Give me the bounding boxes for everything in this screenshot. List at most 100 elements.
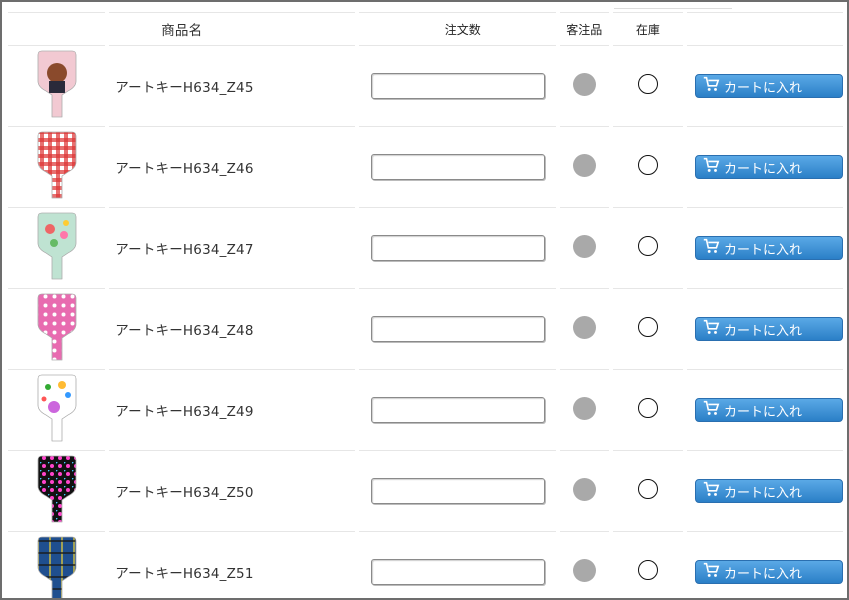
stock-cell xyxy=(612,451,683,532)
quantity-cell xyxy=(358,127,556,208)
custom-order-indicator xyxy=(572,558,596,582)
product-name[interactable]: アートキーH634_Z45 xyxy=(109,46,355,127)
add-to-cart-button[interactable]: カートに入れ xyxy=(694,479,843,503)
table-header-row: 商品名 注文数 客注品 在庫 xyxy=(8,12,843,46)
quantity-input[interactable] xyxy=(370,154,545,180)
header-product-name: 商品名 xyxy=(109,12,355,46)
in-stock-indicator xyxy=(637,560,658,580)
quantity-input[interactable] xyxy=(370,559,545,585)
product-image[interactable] xyxy=(8,289,106,370)
product-image[interactable] xyxy=(8,46,106,127)
stock-cell xyxy=(612,208,683,289)
header-divider xyxy=(614,8,732,9)
custom-order-cell xyxy=(559,289,609,370)
custom-order-cell xyxy=(559,46,609,127)
add-to-cart-label: カートに入れ xyxy=(723,242,802,258)
in-stock-indicator xyxy=(637,155,658,175)
in-stock-indicator xyxy=(637,398,658,418)
custom-order-indicator xyxy=(572,153,596,177)
custom-order-cell xyxy=(559,451,609,532)
cart-cell: カートに入れ xyxy=(686,208,843,289)
add-to-cart-button[interactable]: カートに入れ xyxy=(694,560,843,584)
cart-cell: カートに入れ xyxy=(686,46,843,127)
custom-order-indicator xyxy=(572,234,596,258)
stock-cell xyxy=(612,46,683,127)
in-stock-indicator xyxy=(637,236,658,256)
cart-icon xyxy=(702,237,720,259)
quantity-input[interactable] xyxy=(370,478,545,504)
quantity-input[interactable] xyxy=(370,73,545,99)
header-custom-order: 客注品 xyxy=(559,12,609,46)
cart-cell: カートに入れ xyxy=(687,532,843,598)
quantity-cell xyxy=(359,532,556,598)
cart-icon xyxy=(702,318,720,340)
product-image[interactable] xyxy=(8,208,106,289)
product-name[interactable]: アートキーH634_Z47 xyxy=(109,208,355,289)
table-row: アートキーH634_Z47 カートに入れ xyxy=(8,208,843,289)
product-name[interactable]: アートキーH634_Z49 xyxy=(109,370,355,451)
product-image[interactable] xyxy=(8,532,105,598)
add-to-cart-label: カートに入れ xyxy=(723,485,802,501)
table-row: アートキーH634_Z46 カートに入れ xyxy=(8,127,843,208)
add-to-cart-button[interactable]: カートに入れ xyxy=(694,398,843,422)
header-quantity: 注文数 xyxy=(358,12,556,46)
table-row: アートキーH634_Z49 カートに入れ xyxy=(8,370,843,451)
product-name[interactable]: アートキーH634_Z50 xyxy=(109,451,355,532)
product-image[interactable] xyxy=(8,370,106,451)
in-stock-indicator xyxy=(637,74,658,94)
product-list-frame: 商品名 注文数 客注品 在庫 アートキーH634_Z45 カートに入れ アートキ… xyxy=(0,0,849,600)
cart-cell: カートに入れ xyxy=(686,289,843,370)
add-to-cart-label: カートに入れ xyxy=(723,161,802,177)
cart-icon xyxy=(702,480,720,502)
stock-cell xyxy=(612,370,683,451)
product-image[interactable] xyxy=(8,127,106,208)
custom-order-cell xyxy=(560,532,609,598)
product-image[interactable] xyxy=(8,451,106,532)
product-name[interactable]: アートキーH634_Z48 xyxy=(109,289,355,370)
quantity-input[interactable] xyxy=(370,235,545,261)
custom-order-cell xyxy=(559,370,609,451)
table-row: アートキーH634_Z45 カートに入れ xyxy=(8,46,843,127)
quantity-input[interactable] xyxy=(370,397,545,423)
cart-cell: カートに入れ xyxy=(686,127,843,208)
product-name[interactable]: アートキーH634_Z51 xyxy=(109,532,355,598)
cart-icon xyxy=(702,399,720,421)
cart-cell: カートに入れ xyxy=(686,370,843,451)
header-image xyxy=(8,12,106,46)
add-to-cart-label: カートに入れ xyxy=(723,323,802,339)
custom-order-indicator xyxy=(572,477,596,501)
cart-icon xyxy=(702,75,720,97)
table-row: アートキーH634_Z51 カートに入れ xyxy=(8,532,843,598)
add-to-cart-label: カートに入れ xyxy=(723,404,802,420)
in-stock-indicator xyxy=(637,317,658,337)
quantity-cell xyxy=(358,208,556,289)
cart-icon xyxy=(702,156,720,178)
cart-icon xyxy=(702,561,720,583)
add-to-cart-button[interactable]: カートに入れ xyxy=(694,155,843,179)
quantity-input[interactable] xyxy=(370,316,545,342)
custom-order-indicator xyxy=(572,72,596,96)
add-to-cart-label: カートに入れ xyxy=(723,566,802,582)
product-name[interactable]: アートキーH634_Z46 xyxy=(109,127,355,208)
custom-order-cell xyxy=(559,208,609,289)
quantity-cell xyxy=(358,46,556,127)
cart-cell: カートに入れ xyxy=(686,451,843,532)
product-table: 商品名 注文数 客注品 在庫 アートキーH634_Z45 カートに入れ アートキ… xyxy=(4,12,847,598)
header-stock: 在庫 xyxy=(612,12,683,46)
quantity-cell xyxy=(358,289,556,370)
add-to-cart-button[interactable]: カートに入れ xyxy=(694,74,843,98)
custom-order-cell xyxy=(559,127,609,208)
add-to-cart-button[interactable]: カートに入れ xyxy=(694,317,843,341)
custom-order-indicator xyxy=(572,396,596,420)
add-to-cart-button[interactable]: カートに入れ xyxy=(694,236,843,260)
custom-order-indicator xyxy=(572,315,596,339)
stock-cell xyxy=(613,532,683,598)
table-row: アートキーH634_Z48 カートに入れ xyxy=(8,289,843,370)
in-stock-indicator xyxy=(637,479,658,499)
table-row: アートキーH634_Z50 カートに入れ xyxy=(8,451,843,532)
quantity-cell xyxy=(358,451,556,532)
stock-cell xyxy=(612,289,683,370)
header-cart xyxy=(686,12,843,46)
quantity-cell xyxy=(358,370,556,451)
add-to-cart-label: カートに入れ xyxy=(723,80,802,96)
